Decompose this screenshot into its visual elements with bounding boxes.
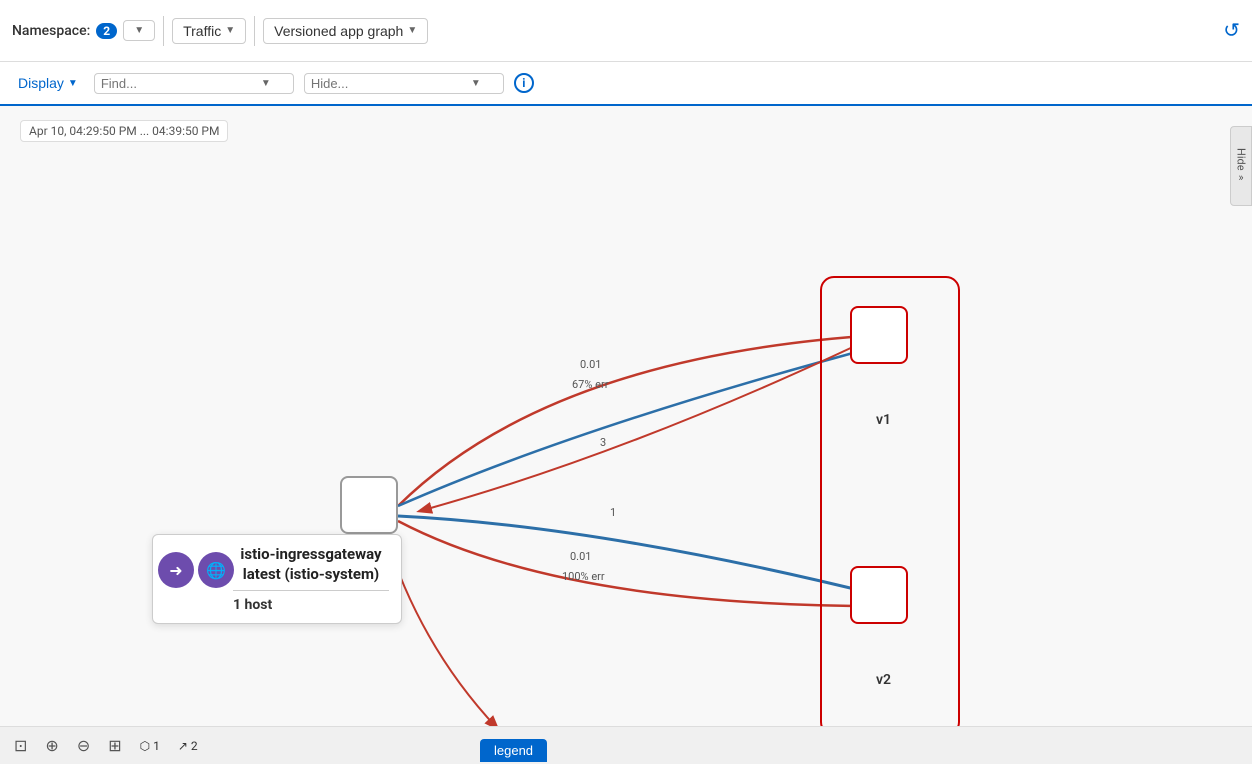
find-dropdown-icon[interactable]: ▼ xyxy=(261,78,271,89)
v2-node[interactable] xyxy=(850,566,908,624)
bottom-bar: ⊡ ⊕ ⊖ ⊞ ⬡ 1 ↗ 2 legend xyxy=(0,726,1252,764)
node-count: ⬡ 1 xyxy=(140,739,160,753)
display-label: Display xyxy=(18,75,64,91)
zoom-out-icon[interactable]: ⊖ xyxy=(77,736,90,755)
node-count-label: 1 xyxy=(153,739,160,753)
divider1 xyxy=(163,16,164,46)
gateway-node[interactable] xyxy=(340,476,398,534)
display-button[interactable]: Display ▼ xyxy=(12,73,84,93)
find-input[interactable] xyxy=(101,76,261,91)
traffic-dropdown[interactable]: Traffic ▼ xyxy=(172,18,246,44)
hide-input[interactable] xyxy=(311,76,471,91)
v2-label: v2 xyxy=(876,672,891,688)
legend-button[interactable]: legend xyxy=(480,739,547,762)
edge-label-bottom-count: 1 xyxy=(610,506,616,519)
refresh-button[interactable]: ↺ xyxy=(1223,18,1240,43)
tooltip-divider xyxy=(233,590,389,591)
display-arrow-icon: ▼ xyxy=(68,78,78,89)
zoom-in-icon[interactable]: ⊕ xyxy=(45,736,58,755)
edge-label-bot-rate: 0.01 xyxy=(570,550,591,563)
graph-area: Apr 10, 04:29:50 PM ... 04:39:50 PM Hide… xyxy=(0,106,1252,764)
find-input-wrap: ▼ xyxy=(94,73,294,94)
graph-edges-svg xyxy=(0,106,1252,764)
gateway-tooltip-icons: ➜ 🌐 xyxy=(158,552,234,588)
namespace-group: Namespace: 2 ▼ xyxy=(12,20,155,41)
info-icon[interactable]: i xyxy=(514,73,534,93)
edge-count: ↗ 2 xyxy=(178,739,198,753)
v1-node[interactable] xyxy=(850,306,908,364)
gateway-tooltip-hosts: 1 host xyxy=(233,597,389,613)
edge-label-mid-rate: 3 xyxy=(600,436,606,449)
edge-label-bot-err: 100% err xyxy=(562,570,605,583)
secondary-toolbar: Display ▼ ▼ ▼ i xyxy=(0,62,1252,106)
hide-dropdown-icon[interactable]: ▼ xyxy=(471,78,481,89)
edge-label-top-rate: 0.01 xyxy=(580,358,601,371)
hide-input-wrap: ▼ xyxy=(304,73,504,94)
gateway-arrow-icon: ➜ xyxy=(158,552,194,588)
traffic-label: Traffic xyxy=(183,23,221,39)
gateway-tooltip-title: istio-ingressgateway latest (istio-syste… xyxy=(233,545,389,584)
edge-count-label: 2 xyxy=(191,739,198,753)
versioned-app-label: Versioned app graph xyxy=(274,23,403,39)
divider2 xyxy=(254,16,255,46)
v1-label: v1 xyxy=(876,412,891,428)
namespace-dropdown[interactable]: ▼ xyxy=(123,20,155,41)
gateway-globe-icon: 🌐 xyxy=(198,552,234,588)
layout-icon[interactable]: ⊞ xyxy=(108,736,121,755)
top-toolbar: Namespace: 2 ▼ Traffic ▼ Versioned app g… xyxy=(0,0,1252,62)
zoom-fit-icon[interactable]: ⊡ xyxy=(14,736,27,755)
namespace-badge: 2 xyxy=(96,23,117,39)
versioned-app-arrow-icon: ▼ xyxy=(407,25,417,36)
node-icon: ⬡ xyxy=(140,739,150,753)
namespace-label: Namespace: xyxy=(12,23,90,39)
traffic-arrow-icon: ▼ xyxy=(225,25,235,36)
edge-icon: ↗ xyxy=(178,739,188,753)
namespace-arrow-icon: ▼ xyxy=(134,25,144,36)
edge-label-top-err: 67% err xyxy=(572,378,608,391)
versioned-app-dropdown[interactable]: Versioned app graph ▼ xyxy=(263,18,428,44)
